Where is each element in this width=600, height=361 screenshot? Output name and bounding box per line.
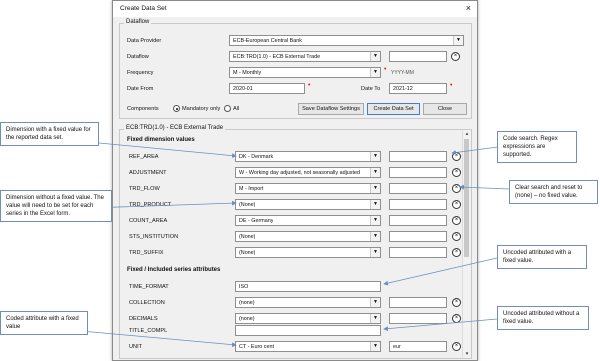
arrow-uncoded-fixed [383,257,498,286]
arrow-uncoded-without [383,318,498,332]
callout-dimension-without: Dimension without a fixed value. The val… [0,190,112,222]
arrow-clear-search [459,184,510,190]
callout-fixed-dimension: Dimension with a fixed value for the rep… [0,122,99,146]
callout-clear-search: Clear search and reset to (none) – no fi… [509,180,598,204]
arrow-fixed-dimension [77,140,237,159]
callout-coded-attribute: Coded attribute with a fixed value [0,311,88,335]
callout-uncoded-fixed: Uncoded attributed with a fixed value. [497,245,587,269]
arrow-coded-attribute [69,329,237,348]
arrow-code-search [451,146,499,155]
callout-uncoded-without: Uncoded attributed without a fixed value… [497,306,589,330]
callout-code-search: Code search. Regex expressions are suppo… [497,131,577,163]
